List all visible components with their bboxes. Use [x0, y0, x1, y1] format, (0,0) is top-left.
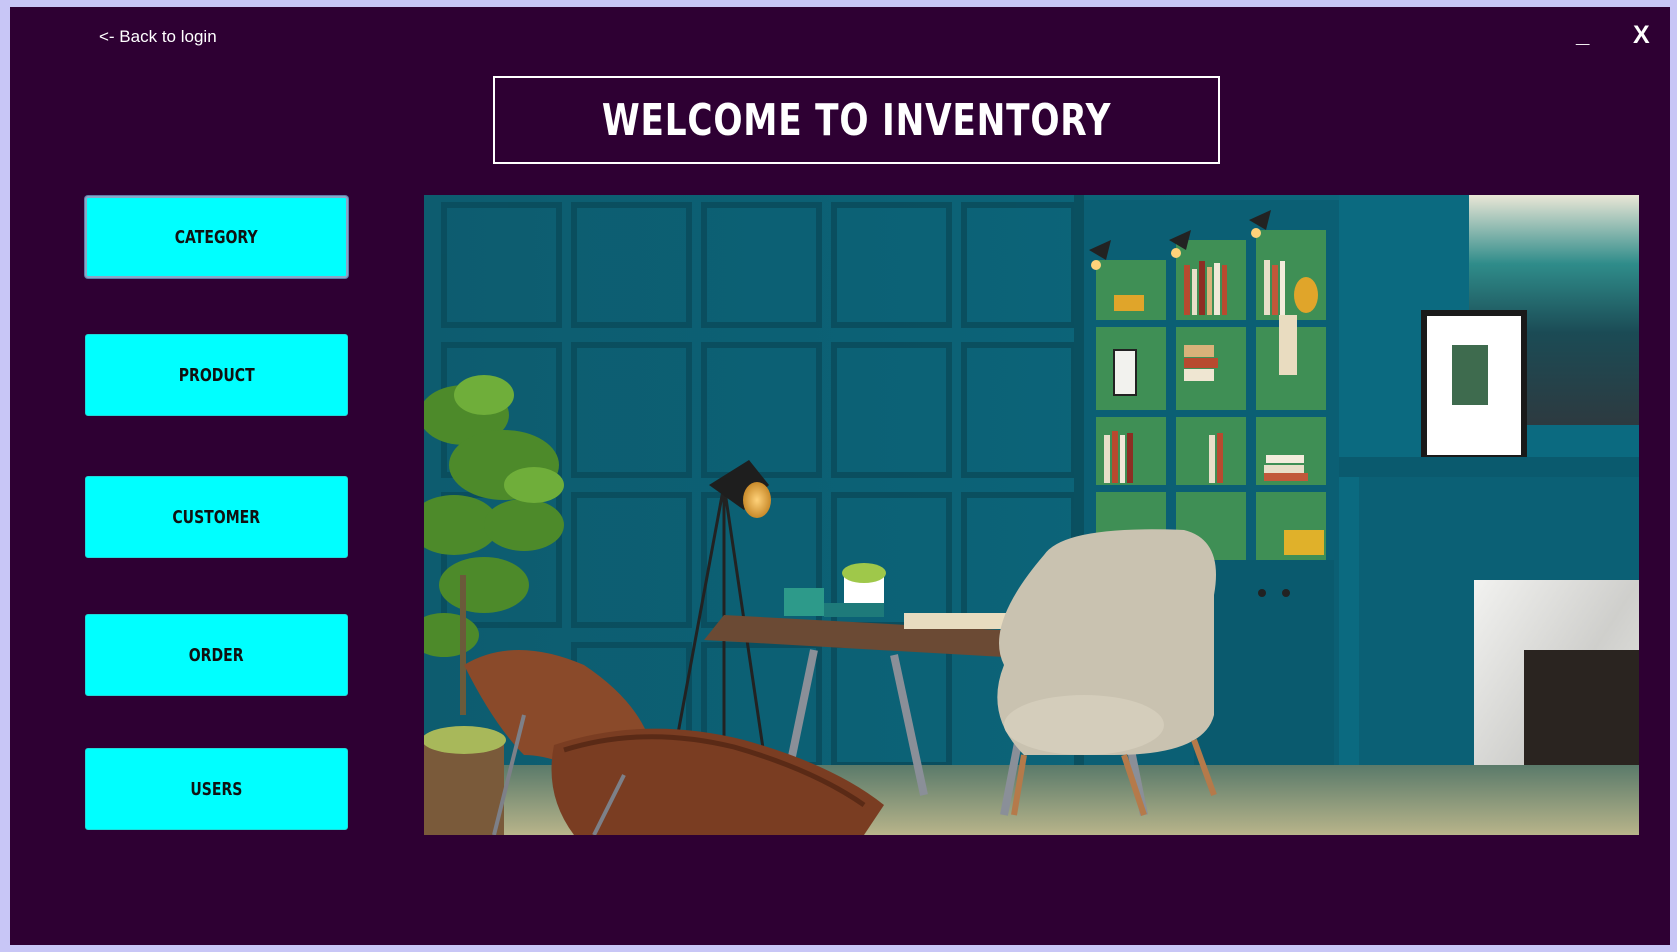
minimize-button[interactable]: _ [1576, 21, 1589, 49]
app-window: <- Back to login _ X WELCOME TO INVENTOR… [10, 7, 1670, 945]
customer-button-label: CUSTOMER [172, 506, 261, 528]
product-button[interactable]: PRODUCT [85, 334, 348, 416]
order-button-label: ORDER [189, 644, 244, 666]
page-title-box: WELCOME TO INVENTORY [493, 76, 1220, 164]
users-button-label: USERS [190, 778, 243, 800]
category-button-label: CATEGORY [175, 226, 258, 248]
room-image [424, 195, 1639, 835]
customer-button[interactable]: CUSTOMER [85, 476, 348, 558]
order-button[interactable]: ORDER [85, 614, 348, 696]
close-button[interactable]: X [1633, 21, 1650, 50]
users-button[interactable]: USERS [85, 748, 348, 830]
category-button[interactable]: CATEGORY [85, 196, 348, 278]
product-button-label: PRODUCT [178, 364, 255, 386]
back-to-login-link[interactable]: <- Back to login [99, 27, 217, 47]
page-title: WELCOME TO INVENTORY [601, 94, 1112, 146]
